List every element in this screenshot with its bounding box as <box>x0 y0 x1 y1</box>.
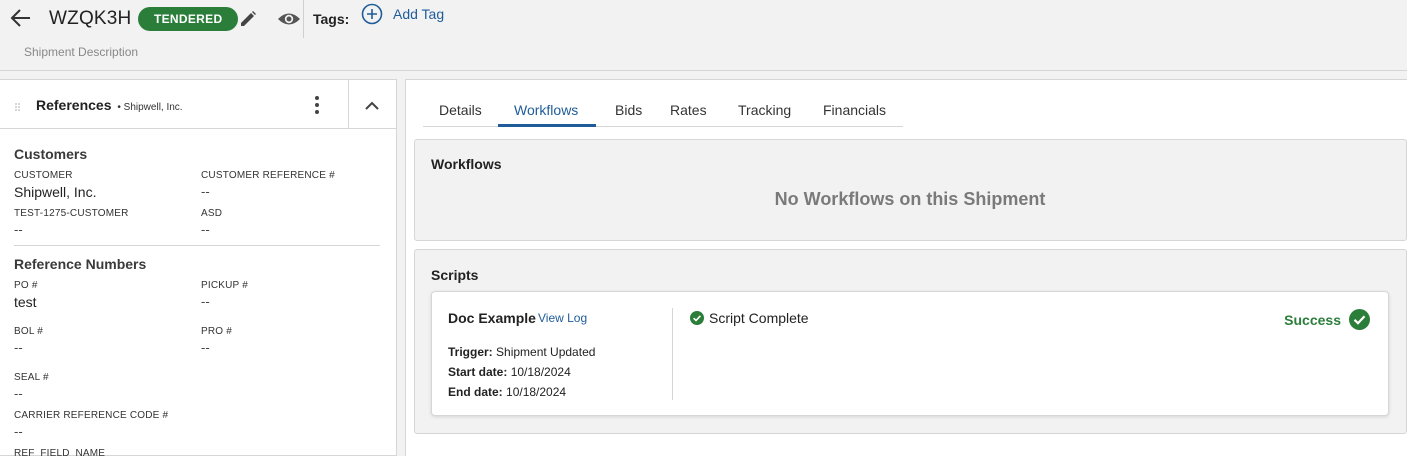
seal-label: SEAL # <box>14 372 49 383</box>
drag-handle-icon[interactable] <box>15 100 21 111</box>
trigger-value: Shipment Updated <box>496 345 596 359</box>
start-date-value: 10/18/2024 <box>510 365 571 379</box>
workflows-title: Workflows <box>431 156 502 172</box>
bol-value: -- <box>14 340 23 355</box>
po-label: PO # <box>14 280 38 291</box>
pro-value: -- <box>201 340 210 355</box>
script-name: Doc Example <box>448 310 536 326</box>
scripts-title: Scripts <box>431 267 479 283</box>
back-arrow-icon[interactable] <box>10 8 32 28</box>
workflows-card: Workflows No Workflows on this Shipment <box>414 139 1407 241</box>
carrier-reference-label: CARRIER REFERENCE CODE # <box>14 410 169 421</box>
script-status: Script Complete <box>690 310 809 326</box>
success-indicator: Success <box>1284 309 1370 330</box>
script-divider <box>672 308 673 400</box>
check-circle-icon <box>690 311 704 325</box>
customer-value: Shipwell, Inc. <box>14 184 97 200</box>
add-tag-button[interactable]: Add Tag <box>361 3 444 25</box>
start-date-line: Start date: 10/18/2024 <box>448 365 571 379</box>
chevron-up-icon[interactable] <box>362 96 382 114</box>
pickup-value: -- <box>201 294 210 309</box>
tags-label: Tags: <box>313 11 350 27</box>
header-divider <box>348 80 349 128</box>
main-content: Details Workflows Bids Rates Tracking Fi… <box>405 79 1407 456</box>
tab-details[interactable]: Details <box>439 102 482 118</box>
shipment-description[interactable]: Shipment Description <box>24 45 138 59</box>
references-subtitle: • Shipwell, Inc. <box>117 102 183 113</box>
tab-tracking[interactable]: Tracking <box>738 102 791 118</box>
po-value: test <box>14 294 37 310</box>
references-title: References • Shipwell, Inc. <box>36 97 183 113</box>
end-date-label: End date: <box>448 385 503 399</box>
start-date-label: Start date: <box>448 365 508 379</box>
bol-label: BOL # <box>14 326 43 337</box>
eye-icon[interactable] <box>277 10 301 28</box>
scripts-card: Scripts Doc Example View Log Trigger: Sh… <box>414 249 1407 434</box>
trigger-line: Trigger: Shipment Updated <box>448 345 595 359</box>
add-tag-label: Add Tag <box>393 6 445 22</box>
view-log-link[interactable]: View Log <box>538 311 587 325</box>
pickup-label: PICKUP # <box>201 280 248 291</box>
script-item: Doc Example View Log Trigger: Shipment U… <box>431 291 1389 416</box>
customer-reference-value: -- <box>201 184 210 199</box>
active-tab-indicator <box>498 124 596 127</box>
header-divider <box>303 0 304 38</box>
tab-workflows[interactable]: Workflows <box>514 102 578 118</box>
status-badge: TENDERED <box>138 7 239 31</box>
references-title-text: References <box>36 97 112 113</box>
customer-label: CUSTOMER <box>14 170 73 181</box>
page-header: WZQK3H TENDERED Tags: Add Tag Shipment D… <box>0 0 1407 71</box>
carrier-reference-value: -- <box>14 424 23 439</box>
customer-reference-label: CUSTOMER REFERENCE # <box>201 170 335 181</box>
asd-value: -- <box>201 222 210 237</box>
test-customer-value: -- <box>14 222 23 237</box>
asd-label: ASD <box>201 208 223 219</box>
test-customer-label: TEST-1275-CUSTOMER <box>14 208 129 219</box>
section-divider <box>14 245 380 246</box>
tab-bids[interactable]: Bids <box>615 102 642 118</box>
more-options-icon[interactable] <box>309 95 325 115</box>
script-status-text: Script Complete <box>709 310 809 326</box>
seal-value: -- <box>14 386 23 401</box>
tab-rates[interactable]: Rates <box>670 102 707 118</box>
trigger-label: Trigger: <box>448 345 493 359</box>
empty-workflows-message: No Workflows on this Shipment <box>774 189 1046 209</box>
customers-heading: Customers <box>14 146 88 162</box>
plus-circle-icon <box>361 3 383 25</box>
shipment-id: WZQK3H <box>49 8 132 29</box>
check-circle-icon <box>1349 309 1370 330</box>
end-date-value: 10/18/2024 <box>506 385 567 399</box>
references-panel: References • Shipwell, Inc. Customers CU… <box>0 79 397 456</box>
references-header: References • Shipwell, Inc. <box>0 80 396 129</box>
ref-field-name-label: REF_FIELD_NAME <box>14 448 106 456</box>
pro-label: PRO # <box>201 326 233 337</box>
shipment-tabs: Details Workflows Bids Rates Tracking Fi… <box>423 102 903 127</box>
tab-financials[interactable]: Financials <box>823 102 886 118</box>
reference-numbers-heading: Reference Numbers <box>14 256 147 272</box>
pencil-icon[interactable] <box>239 10 257 28</box>
end-date-line: End date: 10/18/2024 <box>448 385 566 399</box>
success-text: Success <box>1284 311 1341 328</box>
